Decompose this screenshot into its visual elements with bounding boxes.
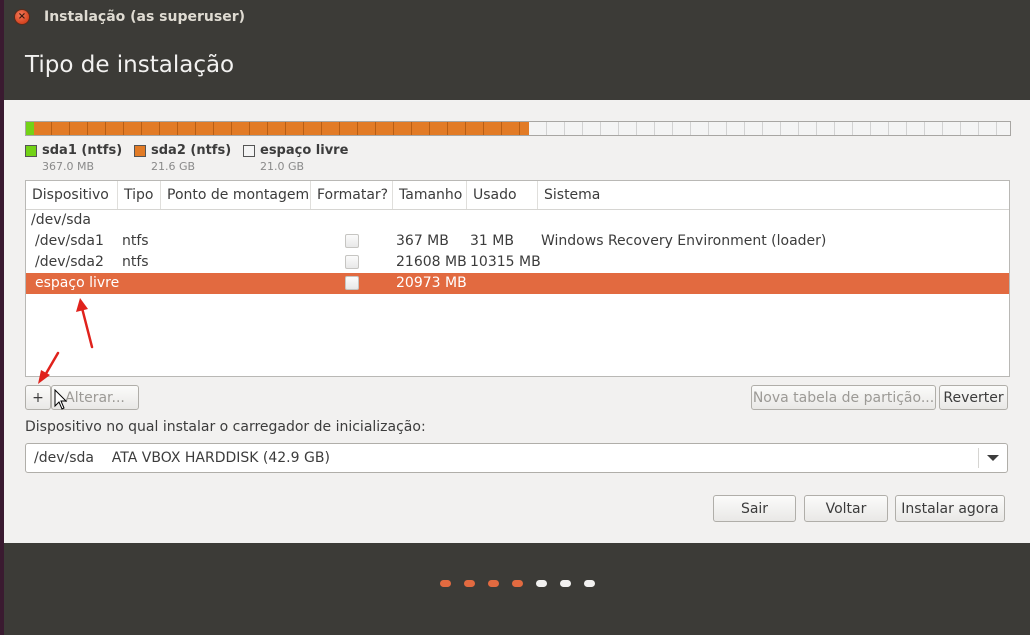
- progress-dot-pending: [560, 580, 571, 587]
- legend-size: 21.0 GB: [260, 160, 305, 173]
- bar-segment-sda1: [26, 122, 34, 135]
- bootloader-selected-value: /dev/sda ATA VBOX HARDDISK (42.9 GB): [34, 450, 330, 466]
- column-header-device[interactable]: Dispositivo: [26, 181, 118, 209]
- cell-type: ntfs: [122, 233, 149, 249]
- installer-window: × Instalação (as superuser) Tipo de inst…: [4, 0, 1030, 635]
- column-header-format[interactable]: Formatar?: [311, 181, 393, 209]
- legend-swatch-sda1: [25, 145, 37, 157]
- cell-used: 10315 MB: [470, 254, 541, 270]
- progress-dot-completed: [464, 580, 475, 587]
- close-icon[interactable]: ×: [15, 10, 29, 24]
- legend-size: 21.6 GB: [151, 160, 196, 173]
- legend-name: espaço livre: [260, 143, 349, 158]
- revert-button[interactable]: Reverter: [939, 385, 1008, 410]
- progress-dot-pending: [584, 580, 595, 587]
- add-partition-button[interactable]: +: [25, 385, 51, 410]
- window-title: Instalação (as superuser): [44, 9, 246, 25]
- cell-used: 31 MB: [470, 233, 514, 249]
- cell-type: ntfs: [122, 254, 149, 270]
- install-now-button[interactable]: Instalar agora: [895, 495, 1005, 522]
- legend-name: sda1 (ntfs): [42, 143, 123, 158]
- progress-dot-pending: [536, 580, 547, 587]
- title-bar: × Instalação (as superuser): [4, 0, 1030, 34]
- partition-table: Dispositivo Tipo Ponto de montagem Forma…: [25, 180, 1010, 377]
- new-partition-table-button[interactable]: Nova tabela de partição...: [751, 385, 936, 410]
- disk-device: /dev/sda: [31, 212, 91, 228]
- combo-separator: [978, 448, 979, 468]
- column-header-used[interactable]: Usado: [467, 181, 538, 209]
- disk-usage-bar: [25, 121, 1011, 136]
- page-title: Tipo de instalação: [25, 52, 235, 78]
- progress-dot-completed: [512, 580, 523, 587]
- legend-size: 367.0 MB: [42, 160, 95, 173]
- cell-device: espaço livre: [35, 275, 120, 291]
- format-checkbox[interactable]: [345, 276, 359, 290]
- legend-swatch-free: [243, 145, 255, 157]
- column-header-type[interactable]: Tipo: [118, 181, 161, 209]
- bootloader-label: Dispositivo no qual instalar o carregado…: [25, 419, 426, 435]
- table-header: Dispositivo Tipo Ponto de montagem Forma…: [26, 181, 1009, 210]
- cell-size: 20973 MB: [396, 275, 467, 291]
- bar-segment-sda2: [34, 122, 529, 135]
- column-header-system[interactable]: Sistema: [538, 181, 1009, 209]
- mouse-cursor-icon: [54, 389, 68, 410]
- cell-size: 367 MB: [396, 233, 449, 249]
- table-row[interactable]: /dev/sda1 ntfs 367 MB 31 MB Windows Reco…: [26, 231, 1009, 252]
- cell-device: /dev/sda2: [35, 254, 104, 270]
- progress-footer: [4, 543, 1030, 635]
- table-row-selected[interactable]: espaço livre 20973 MB: [26, 273, 1009, 294]
- bar-segment-free: [529, 122, 1010, 135]
- cell-system: Windows Recovery Environment (loader): [541, 233, 827, 249]
- format-checkbox[interactable]: [345, 234, 359, 248]
- progress-dot-completed: [488, 580, 499, 587]
- back-button[interactable]: Voltar: [804, 495, 888, 522]
- quit-button[interactable]: Sair: [713, 495, 796, 522]
- table-row[interactable]: /dev/sda2 ntfs 21608 MB 10315 MB: [26, 252, 1009, 273]
- format-checkbox[interactable]: [345, 255, 359, 269]
- page-header: Tipo de instalação: [4, 34, 1030, 100]
- column-header-mount[interactable]: Ponto de montagem: [161, 181, 311, 209]
- chevron-down-icon[interactable]: [987, 455, 999, 461]
- progress-dot-completed: [440, 580, 451, 587]
- legend-swatch-sda2: [134, 145, 146, 157]
- cell-device: /dev/sda1: [35, 233, 104, 249]
- bootloader-device-select[interactable]: /dev/sda ATA VBOX HARDDISK (42.9 GB): [25, 443, 1008, 473]
- column-header-size[interactable]: Tamanho: [393, 181, 467, 209]
- legend-name: sda2 (ntfs): [151, 143, 232, 158]
- cell-size: 21608 MB: [396, 254, 467, 270]
- table-row-disk[interactable]: /dev/sda: [26, 210, 1009, 231]
